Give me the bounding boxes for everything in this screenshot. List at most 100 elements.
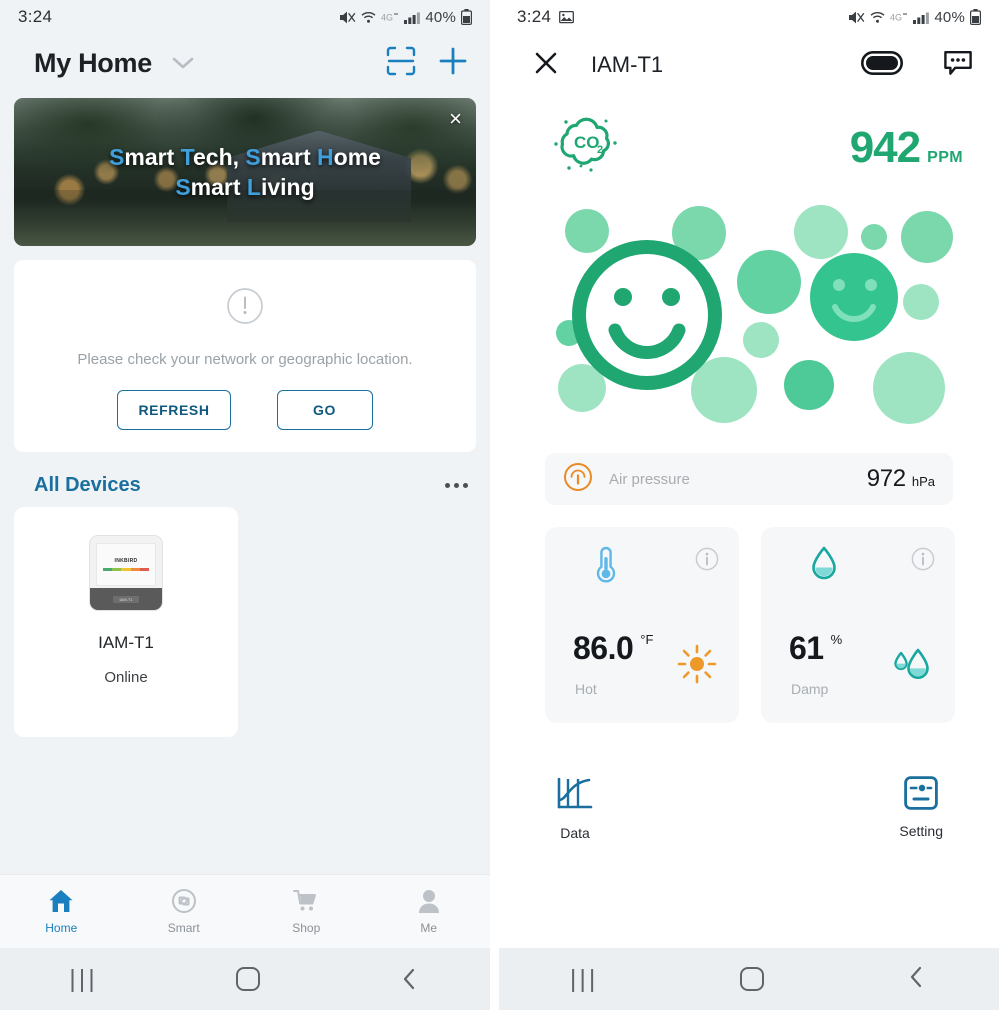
svg-text:4G: 4G (890, 12, 902, 22)
section-title: All Devices (34, 474, 141, 496)
recents-button[interactable]: ||| (69, 965, 97, 994)
device-grid: INKBIRD IAM-T1 IAM-T1 Online (14, 507, 476, 737)
refresh-button[interactable]: REFRESH (117, 390, 231, 430)
air-quality-bubble-graphic (549, 205, 965, 425)
info-icon[interactable] (695, 547, 719, 576)
humidity-card[interactable]: 61 % Damp (761, 527, 955, 723)
network-error-card: Please check your network or geographic … (14, 260, 476, 452)
temperature-readout: 86.0 °F (573, 630, 653, 667)
chart-icon (555, 775, 595, 816)
back-button[interactable] (906, 965, 928, 994)
mute-icon (848, 10, 865, 25)
device-display: INKBIRD (96, 543, 156, 586)
screenshot-root: 3:24 4G 40% My Home Smart Tech, Smart Ho… (0, 0, 999, 1010)
mute-icon (339, 10, 356, 25)
battery-icon (461, 9, 472, 25)
bottom-tab-bar: Home Smart Shop Me (0, 874, 490, 948)
status-icons-group: 4G 40% (339, 9, 472, 26)
setting-button[interactable]: Setting (899, 775, 943, 839)
signal-icon (404, 11, 421, 24)
co2-value: 942 (849, 122, 921, 172)
sun-icon (677, 644, 717, 689)
chat-bubble-icon[interactable] (943, 49, 973, 82)
recents-button[interactable]: ||| (570, 965, 598, 994)
setting-button-label: Setting (899, 823, 943, 839)
right-system-nav-bar: ||| (499, 948, 999, 1010)
droplets-icon (889, 644, 933, 689)
banner-txt-2: ech, (193, 143, 246, 170)
humidity-state: Damp (791, 681, 829, 697)
co2-value-group: 942 PPM (850, 123, 963, 173)
banner-hl-t: T (180, 143, 193, 170)
banner-txt-5: mart (190, 174, 247, 200)
bubble-chart-svg (556, 205, 953, 424)
close-icon[interactable]: × (449, 108, 462, 130)
temperature-state: Hot (575, 681, 597, 697)
humidity-value: 61 (789, 630, 824, 666)
left-status-bar: 3:24 4G 40% (0, 0, 490, 34)
humidity-readout: 61 % (789, 630, 842, 667)
device-card-iam-t1[interactable]: INKBIRD IAM-T1 IAM-T1 Online (14, 507, 238, 737)
banner-hl-s2: S (245, 143, 261, 170)
banner-txt-4: ome (333, 143, 381, 170)
data-button[interactable]: Data (555, 775, 595, 841)
device-detail-title: IAM-T1 (591, 52, 664, 77)
right-status-bar: 3:24 4G 40% (499, 0, 999, 34)
person-icon (415, 888, 443, 917)
gauge-icon (563, 462, 593, 497)
tab-shop[interactable]: Shop (245, 888, 368, 935)
tab-home[interactable]: Home (0, 888, 123, 935)
home-square-icon[interactable] (740, 967, 765, 991)
wifi-icon (870, 10, 885, 24)
promo-banner[interactable]: Smart Tech, Smart Home Smart Living × (14, 98, 476, 246)
device-name: IAM-T1 (98, 633, 154, 652)
4g-icon: 4G (890, 11, 908, 24)
tab-smart[interactable]: Smart (123, 888, 246, 935)
scan-icon[interactable] (386, 46, 416, 81)
co2-row: CO 2 942 PPM (499, 96, 999, 181)
banner-txt-1: mart (124, 143, 181, 170)
happy-face-filled-icon (810, 253, 898, 341)
temperature-card[interactable]: 86.0 °F Hot (545, 527, 739, 723)
smart-icon (170, 888, 198, 917)
tab-shop-label: Shop (292, 921, 321, 935)
tab-me[interactable]: Me (368, 888, 491, 935)
home-square-icon[interactable] (236, 967, 261, 991)
back-button[interactable] (399, 967, 421, 991)
left-app-bar: My Home (0, 34, 490, 92)
air-pressure-row[interactable]: Air pressure 972 hPa (545, 453, 953, 505)
banner-line-2: Smart Living (175, 172, 314, 202)
device-base: IAM-T1 (90, 588, 162, 610)
metric-card-grid: 86.0 °F Hot 61 % Damp (545, 527, 955, 723)
plus-icon[interactable] (438, 46, 468, 81)
info-icon[interactable] (911, 547, 935, 576)
banner-hl-s3: S (175, 174, 191, 200)
device-action-row: Data Setting (555, 775, 943, 841)
battery-percent: 40% (425, 8, 456, 26)
close-icon[interactable] (533, 50, 559, 81)
temperature-value: 86.0 (573, 630, 634, 666)
device-battery-icon[interactable] (860, 50, 904, 80)
tab-smart-label: Smart (167, 921, 200, 935)
left-system-nav-bar: ||| (0, 948, 490, 1010)
air-pressure-value-group: 972 hPa (867, 465, 935, 493)
svg-text:CO: CO (574, 133, 600, 152)
all-devices-header: All Devices (34, 474, 474, 497)
network-error-actions: REFRESH GO (30, 390, 460, 430)
air-pressure-value: 972 (866, 465, 906, 492)
chevron-down-icon[interactable] (170, 55, 196, 71)
tab-home-label: Home (45, 921, 78, 935)
go-button[interactable]: GO (276, 390, 373, 430)
more-options-icon[interactable] (439, 475, 474, 496)
thermometer-icon (593, 545, 619, 590)
page-title[interactable]: My Home (34, 48, 152, 79)
cart-icon (292, 888, 320, 917)
screen-divider (490, 0, 499, 1010)
tab-me-label: Me (420, 921, 438, 935)
device-base-label: IAM-T1 (113, 595, 139, 603)
banner-txt-3: mart (260, 143, 318, 170)
network-error-message: Please check your network or geographic … (77, 351, 413, 368)
right-status-icons-group: 4G 40% (848, 9, 981, 26)
device-status: Online (104, 669, 148, 686)
banner-headline: Smart Tech, Smart Home Smart Living (14, 98, 476, 246)
